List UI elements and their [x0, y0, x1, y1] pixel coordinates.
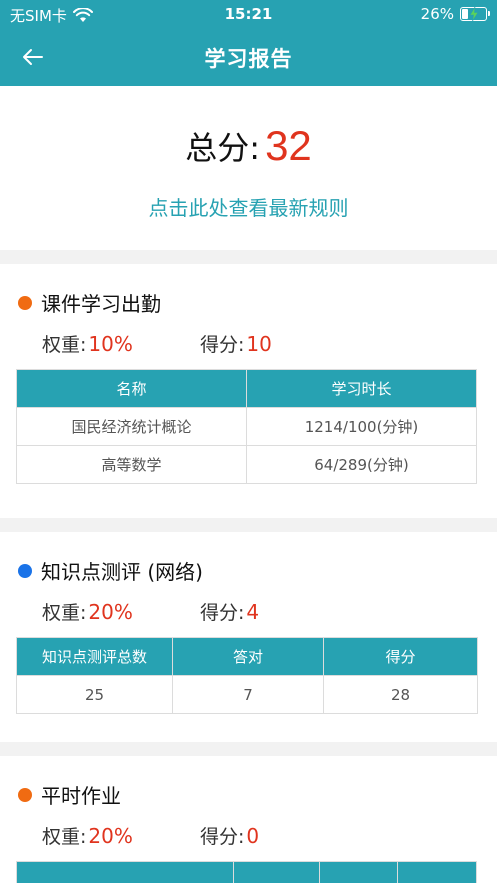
- score-value: 0: [246, 824, 260, 848]
- rules-link[interactable]: 点击此处查看最新规则: [0, 192, 497, 221]
- total-score-card: 总分: 32 点击此处查看最新规则: [0, 86, 497, 250]
- section-knowledge-test: 知识点测评 (网络) 权重: 20% 得分: 4 知识点测评总数 答对 得分 25 …: [0, 532, 497, 742]
- total-score: 总分: 32: [0, 122, 497, 170]
- table-row: 国民经济统计概论 1214/100(分钟): [16, 407, 477, 446]
- section-dot-icon: [18, 787, 32, 802]
- knowledge-test-table: 知识点测评总数 答对 得分 25 7 28: [16, 637, 478, 714]
- table-cell: 7: [172, 675, 324, 714]
- section-homework: 平时作业 权重: 20% 得分: 0: [0, 756, 497, 883]
- column-header: 名称: [16, 369, 247, 408]
- section-title: 课件学习出勤: [18, 288, 161, 317]
- score-value: 4: [246, 600, 260, 624]
- section-meta: 权重: 20% 得分: 4: [42, 598, 259, 625]
- section-title: 平时作业: [18, 780, 121, 809]
- column-header: 知识点测评总数: [16, 637, 173, 676]
- table-cell: 1214/100(分钟): [246, 407, 477, 446]
- table-cell: 25: [16, 675, 173, 714]
- column-header: 学习时长: [246, 369, 477, 408]
- total-score-label: 总分:: [185, 129, 260, 167]
- weight-value: 10%: [88, 332, 133, 356]
- table-cell: 64/289(分钟): [246, 445, 477, 484]
- section-meta: 权重: 10% 得分: 10: [42, 330, 272, 357]
- table-cell: 高等数学: [16, 445, 247, 484]
- column-header: 得分: [323, 637, 478, 676]
- score-label: 得分:: [200, 602, 245, 624]
- weight-label: 权重:: [42, 602, 87, 624]
- attendance-table: 名称 学习时长 国民经济统计概论 1214/100(分钟) 高等数学 64/28…: [16, 369, 477, 484]
- total-score-value: 32: [265, 122, 312, 169]
- table-row: 高等数学 64/289(分钟): [16, 445, 477, 484]
- table-cell: 国民经济统计概论: [16, 407, 247, 446]
- homework-table-header: [16, 861, 477, 883]
- table-cell: 28: [323, 675, 478, 714]
- section-title: 知识点测评 (网络): [18, 556, 203, 585]
- battery-percent: 26%: [420, 5, 454, 23]
- table-row: 25 7 28: [16, 675, 478, 714]
- score-label: 得分:: [200, 826, 245, 848]
- charging-bolt-icon: [469, 7, 479, 21]
- score-label: 得分:: [200, 334, 245, 356]
- nav-bar: 学习报告: [0, 30, 497, 86]
- status-bar: 无SIM卡 15:21 26%: [0, 0, 497, 30]
- column-header: 答对: [172, 637, 324, 676]
- battery-icon: [460, 7, 490, 21]
- weight-label: 权重:: [42, 826, 87, 848]
- weight-label: 权重:: [42, 334, 87, 356]
- section-courseware-attendance: 课件学习出勤 权重: 10% 得分: 10 名称 学习时长 国民经济统计概论 121…: [0, 264, 497, 518]
- section-dot-icon: [18, 563, 32, 578]
- section-dot-icon: [18, 295, 32, 310]
- header: 无SIM卡 15:21 26% 学习报告: [0, 0, 497, 86]
- section-meta: 权重: 20% 得分: 0: [42, 822, 259, 849]
- page-title: 学习报告: [204, 47, 293, 71]
- score-value: 10: [246, 332, 272, 356]
- weight-value: 20%: [88, 600, 133, 624]
- weight-value: 20%: [88, 824, 133, 848]
